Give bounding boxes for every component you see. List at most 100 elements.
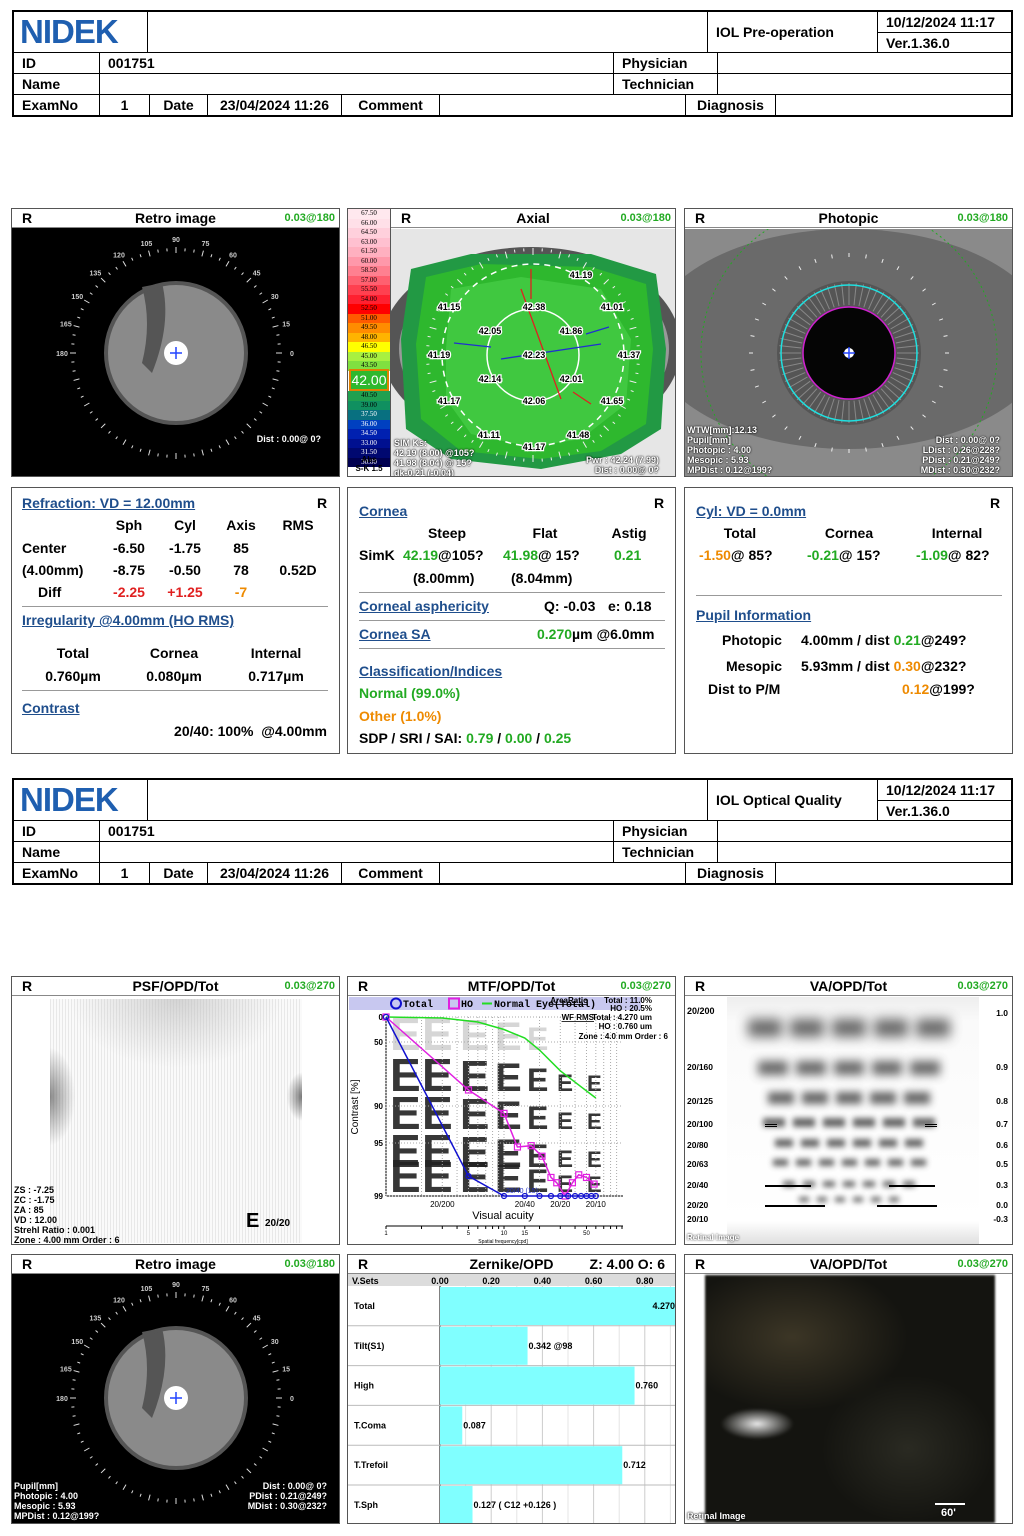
angle-label: 90 (172, 237, 180, 244)
decimal-label: 0.7 (996, 1119, 1008, 1129)
diff-sph: -2.25 (113, 584, 145, 600)
x-tick-label: 0.80 (636, 1276, 654, 1286)
technician-value (718, 74, 1013, 95)
decimal-label: 0.3 (996, 1180, 1008, 1190)
x-tick-label: 20/40 (515, 1200, 536, 1209)
value: 42.19 (403, 547, 439, 563)
angle-label: 120 (113, 1297, 125, 1304)
contrast-title: Contrast (22, 700, 80, 716)
axial-value: 42.01 (560, 374, 583, 384)
panel-badge: 0.03@270 (957, 1258, 1009, 1270)
blurred-optotype (853, 1118, 875, 1127)
e-optotype-icon: E (422, 1150, 453, 1202)
col-flat: Flat (532, 525, 558, 541)
blurred-optotype (823, 1181, 835, 1187)
simk-label: SimK (359, 547, 395, 563)
readout-line: Pupil[mm] (14, 1481, 58, 1491)
diagnosis-label: Diagnosis (686, 863, 776, 883)
axial-value: 41.48 (567, 430, 590, 440)
e-optotype-icon: E (495, 1015, 522, 1059)
snellen-label: 20/63 (687, 1159, 709, 1169)
blurred-optotype (775, 1139, 793, 1147)
pm-value: 0.12@199? (902, 680, 975, 698)
center-sph: -6.50 (113, 540, 145, 556)
divider (696, 595, 1002, 596)
axial-value: 42.23 (523, 350, 546, 360)
blurred-optotype (836, 1092, 862, 1104)
snellen-label: 20/20 (687, 1200, 709, 1210)
snellen-label: 20/100 (687, 1119, 713, 1129)
blurred-optotype (802, 1092, 828, 1104)
scale-value: 46.50 (348, 342, 390, 352)
bar-label: High (354, 1381, 374, 1391)
blurred-optotype (790, 1019, 824, 1037)
sri: 0.00 (505, 730, 533, 746)
physician-value (718, 821, 1013, 842)
patient-name (100, 842, 614, 863)
patient-id: 001751 (100, 821, 614, 842)
col-cornea: Cornea (824, 525, 874, 541)
angle-label: 90 (172, 1282, 180, 1289)
zone-rms: 0.52D (279, 562, 317, 578)
blurred-optotype (827, 1139, 845, 1147)
examno-label: ExamNo (14, 863, 100, 883)
sai: 0.25 (543, 730, 572, 746)
label: SDP / SRI / SAI: (359, 730, 463, 746)
bar-value: 0.087 (463, 1420, 486, 1430)
x-axis-label: Visual acuity (472, 1210, 534, 1222)
blurred-optotype (904, 1092, 930, 1104)
axial-value: 42.14 (479, 374, 502, 384)
date-label: Date (150, 95, 208, 115)
value: 0.270 (537, 626, 573, 642)
simk-steep: 42.19@105? (403, 546, 484, 564)
cornea-title: Cornea (359, 503, 408, 519)
scale-value: 54.00 (348, 294, 390, 304)
bar-value: 0.127 ( C12 +0.126 ) (474, 1500, 557, 1510)
refraction-title: Refraction: VD = 12.00mm (22, 495, 196, 511)
angle-label: 45 (253, 1315, 261, 1322)
blurred-optotype (795, 1159, 811, 1166)
x-tick-label: 0.60 (585, 1276, 603, 1286)
scale-value: 51.00 (348, 313, 390, 323)
scale-bar (935, 1503, 965, 1505)
axis: @105? (438, 547, 484, 563)
retinal-image-panel: R VA/OPD/Tot 0.03@270 Retinal Image 60' (684, 1254, 1013, 1524)
blurred-optotype (801, 1139, 819, 1147)
blurred-optotype (887, 1159, 903, 1166)
scale-value: 60.00 (348, 256, 390, 266)
x-tick-label: 0.40 (534, 1276, 552, 1286)
angle-label: 120 (113, 252, 125, 259)
y-tick-label: 90 (374, 1102, 383, 1111)
e-optotype-icon: E (390, 1150, 421, 1202)
technician-label: Technician (614, 842, 718, 863)
x-tick-label: 20/200 (430, 1200, 455, 1209)
id-label: ID (14, 821, 100, 842)
divider (359, 620, 665, 621)
report-header: NIDEK IOL Optical Quality 10/12/2024 11:17… (12, 778, 1013, 885)
examno-value: 1 (100, 95, 150, 115)
decimal-label: 0.0 (996, 1200, 1008, 1210)
simulated-va-chart: 20/200 20/160 20/125 20/100 20/80 20/63 20/40 2… (685, 997, 1012, 1244)
value: -1.09 (916, 547, 948, 563)
readout-line: Mesopic : 5.93 (687, 455, 749, 465)
zone-order: Z: 4.00 O: 6 (589, 1256, 665, 1272)
x2-tick-label: 50 (583, 1231, 590, 1237)
e-optotype-icon: E (246, 1210, 260, 1232)
physician-value (718, 53, 1013, 74)
retro-image-panel: R Retro image 0.03@180 0 15 30 45 60 75 90 105 120… (11, 1254, 340, 1524)
unit: µm @6.0mm (572, 626, 655, 642)
retro-image-panel: R Retro image 0.03@180 0 15 30 45 60 75 90 105 120… (11, 208, 340, 477)
axis: @ 15? (538, 547, 580, 563)
scale-value: 37.50 (348, 410, 390, 420)
simk-astig: 0.21 (614, 547, 642, 563)
blurred-optotype (799, 1197, 809, 1202)
row-label: Diff (38, 584, 62, 600)
col-cornea: Cornea (149, 645, 199, 661)
scale-value: 55.50 (348, 285, 390, 295)
readout-line: Dist : 0.00@ 0? (935, 435, 1000, 445)
indices: SDP / SRI / SAI: 0.79 / 0.00 / 0.25 (359, 730, 572, 746)
mtf-chart: Total HO Normal Eye(Total)E E E E EE E E E E E EE E E E… (349, 997, 669, 1244)
blurred-optotype (758, 1061, 788, 1075)
angle-label: 150 (71, 294, 83, 301)
readout-line: dk-0.21 (-0.04) (394, 468, 455, 477)
